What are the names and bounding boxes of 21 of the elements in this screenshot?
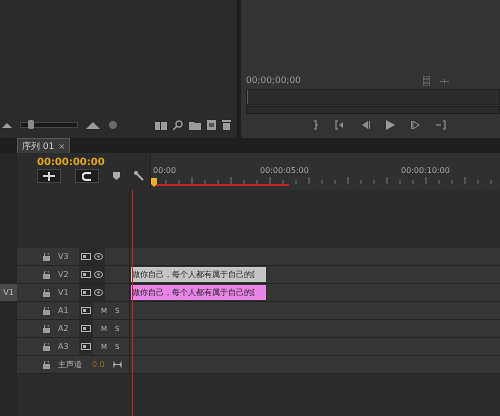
ruler-time-label: 00:00:10:00	[401, 166, 450, 175]
monitor-timecode[interactable]: 00;00;00;00	[246, 76, 301, 86]
ruler-time-label: 00:00:05:00	[260, 166, 309, 175]
track-target[interactable]: V1	[58, 288, 71, 297]
ruler-time-label: 00:00	[153, 166, 176, 175]
track-name: 主声道	[58, 359, 82, 370]
track-target[interactable]: A1	[58, 306, 71, 315]
track-lane[interactable]: 做你自己，每个人都有属于自己的[	[130, 284, 500, 301]
playhead-timecode[interactable]: 00:00:00:00	[37, 157, 150, 168]
clip[interactable]: 做你自己，每个人都有属于自己的[	[131, 267, 266, 282]
track-target[interactable]: A2	[58, 324, 71, 333]
track-target[interactable]: V2	[58, 270, 71, 279]
sequence-tab[interactable]: 序列 01 ×	[17, 138, 70, 153]
source-patch[interactable]: V1	[0, 284, 17, 301]
close-button[interactable]: ×	[58, 142, 66, 150]
tab-label[interactable]: 序列 01	[22, 140, 54, 152]
clip[interactable]: 做你自己，每个人都有属于自己的[	[131, 285, 266, 300]
track-target[interactable]: A3	[58, 342, 71, 351]
time-ruler[interactable]: 00:00 00:00:05:00 00:00:10:00	[150, 153, 500, 190]
track-target[interactable]: V3	[58, 252, 71, 261]
track-lane[interactable]: 做你自己，每个人都有属于自己的[	[130, 266, 500, 283]
